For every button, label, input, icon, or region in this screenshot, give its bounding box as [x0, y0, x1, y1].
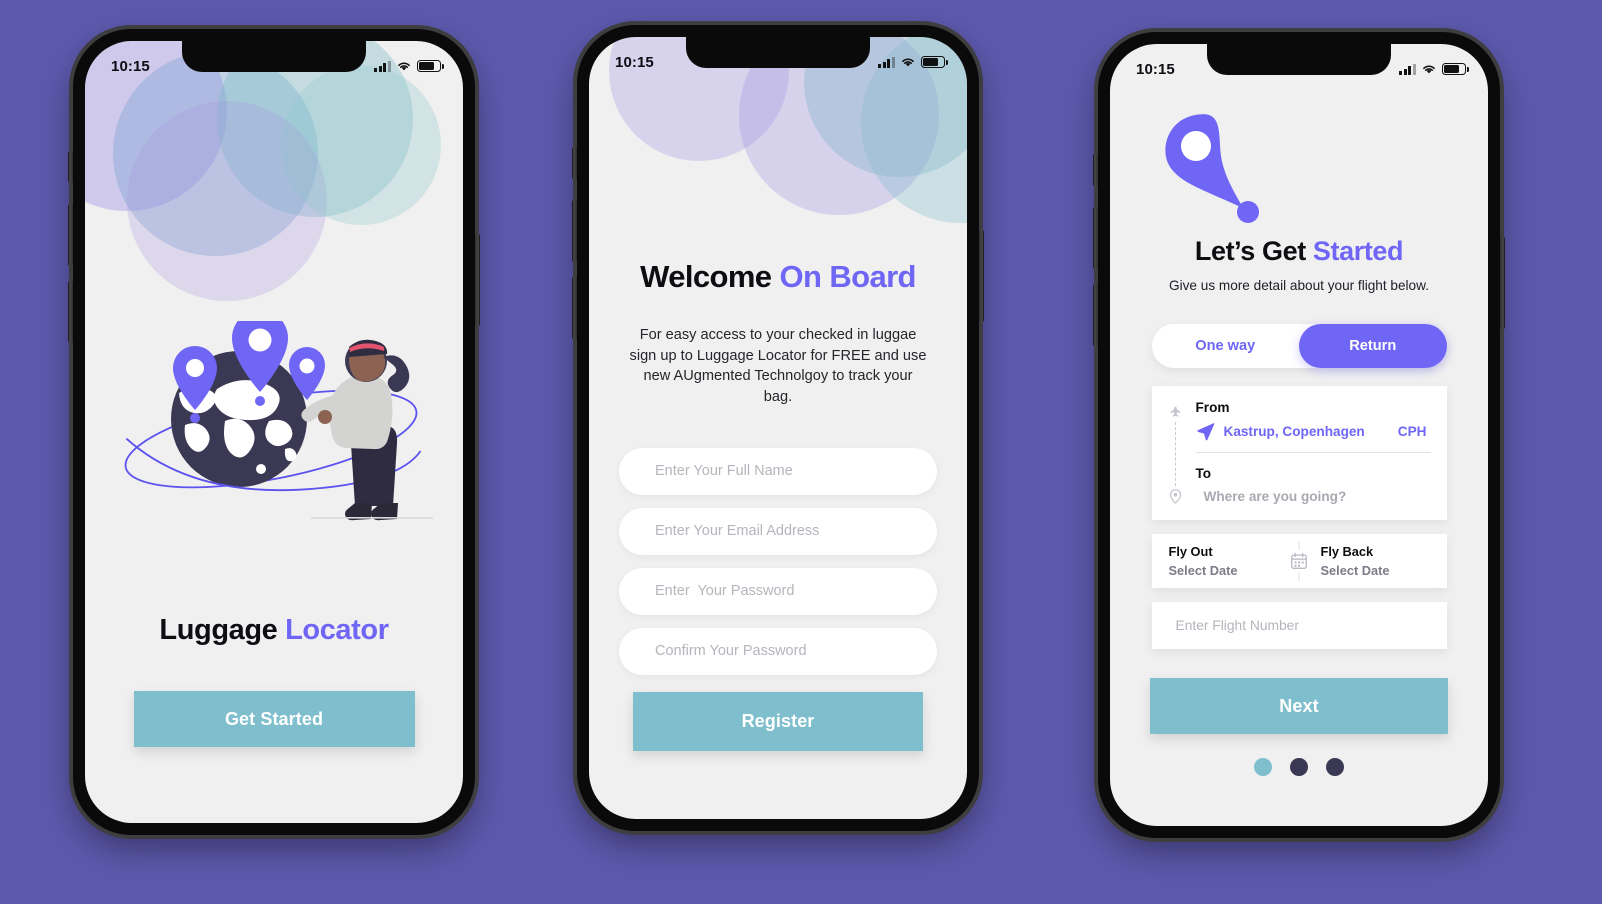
confirm-password-input[interactable] — [619, 627, 937, 675]
route-card: From Kastrup, Copenhagen CPH To Where ar… — [1151, 386, 1447, 520]
from-field[interactable]: Kastrup, Copenhagen CPH — [1196, 422, 1431, 441]
signal-bars-icon — [1399, 63, 1416, 75]
to-label: To — [1195, 466, 1212, 481]
dates-card: Fly Out Select Date Fly Back Select Date — [1151, 534, 1447, 588]
register-description: For easy access to your checked in lugga… — [629, 327, 927, 406]
power-button[interactable] — [979, 230, 984, 322]
splash-screen: 10:15 Luggage Locator Get Started — [85, 41, 463, 823]
fly-back-field[interactable]: Fly Back Select Date — [1295, 534, 1447, 588]
battery-icon — [1442, 63, 1469, 75]
route-rail — [1168, 400, 1184, 504]
email-input[interactable] — [619, 507, 937, 555]
fd-title-primary: Let’s Get — [1194, 236, 1306, 266]
from-city: Kastrup, Copenhagen — [1223, 424, 1365, 439]
status-time: 10:15 — [615, 53, 654, 71]
fly-out-label: Fly Out — [1168, 544, 1213, 559]
pagination-dots — [1254, 758, 1344, 776]
fly-back-value: Select Date — [1320, 563, 1390, 578]
volume-up-button[interactable] — [68, 204, 73, 266]
status-time: 10:15 — [111, 57, 150, 75]
page-title: Let’s Get Started — [1194, 236, 1404, 267]
battery-icon — [417, 60, 444, 72]
volume-down-button[interactable] — [572, 277, 577, 339]
welcome-primary: Welcome — [640, 259, 772, 294]
full-name-input[interactable] — [619, 447, 937, 495]
pagination-dot-1[interactable] — [1254, 758, 1272, 776]
status-bar: 10:15 — [589, 37, 967, 81]
pagination-dot-2[interactable] — [1290, 758, 1308, 776]
status-bar: 10:15 — [85, 41, 463, 85]
battery-icon — [921, 56, 948, 68]
woman-with-globe-and-location-pins-illustration — [109, 310, 439, 536]
power-button[interactable] — [1500, 237, 1505, 329]
wifi-icon — [398, 62, 410, 71]
trip-type-toggle: One way Return — [1151, 324, 1447, 368]
volume-down-button[interactable] — [1093, 284, 1098, 346]
power-button[interactable] — [475, 234, 480, 326]
to-destination-input[interactable]: Where are you going? — [1196, 489, 1431, 504]
brand-primary: Luggage — [159, 614, 278, 646]
silent-switch[interactable] — [1093, 154, 1098, 186]
next-button[interactable]: Next — [1150, 678, 1448, 734]
calendar-icon[interactable] — [1287, 549, 1311, 573]
welcome-accent: On Board — [779, 259, 916, 294]
wifi-icon — [902, 58, 914, 67]
status-time: 10:15 — [1136, 60, 1175, 78]
register-screen: 10:15 Welcome On Board For easy access t… — [589, 37, 967, 819]
status-bar: 10:15 — [1110, 44, 1488, 88]
get-started-button[interactable]: Get Started — [133, 691, 415, 747]
silent-switch[interactable] — [68, 151, 73, 183]
register-form — [619, 447, 937, 675]
signal-bars-icon — [878, 56, 895, 68]
flight-details-screen: 10:15 Let’s Get Started Give us more det… — [1110, 44, 1488, 826]
signal-bars-icon — [374, 60, 391, 72]
brand-accent: Locator — [285, 614, 389, 646]
fly-out-value: Select Date — [1168, 563, 1238, 578]
screens-canvas: 10:15 Luggage Locator Get Started 10:15 … — [0, 0, 1602, 904]
phone-mockup-splash: 10:15 Luggage Locator Get Started — [68, 29, 480, 835]
from-label: From — [1195, 400, 1230, 415]
brand-title: Luggage Locator — [159, 614, 389, 647]
page-subtitle: Give us more detail about your flight be… — [1169, 278, 1429, 293]
trip-type-one-way[interactable]: One way — [1152, 324, 1300, 368]
fd-title-accent: Started — [1312, 236, 1404, 266]
phone-mockup-flight-details: 10:15 Let’s Get Started Give us more det… — [1093, 32, 1505, 838]
password-input[interactable] — [619, 567, 937, 615]
wifi-icon — [1423, 65, 1435, 74]
phone-mockup-register: 10:15 Welcome On Board For easy access t… — [572, 25, 984, 831]
volume-down-button[interactable] — [68, 281, 73, 343]
fly-back-label: Fly Back — [1320, 544, 1374, 559]
flight-number-input[interactable] — [1151, 602, 1447, 649]
map-pin-small-icon — [1169, 489, 1182, 504]
fly-out-field[interactable]: Fly Out Select Date — [1152, 534, 1295, 588]
volume-up-button[interactable] — [1093, 207, 1098, 269]
volume-up-button[interactable] — [572, 200, 577, 262]
trip-type-return[interactable]: Return — [1299, 324, 1447, 368]
from-airport-code: CPH — [1397, 424, 1427, 439]
plane-send-icon — [1196, 423, 1214, 441]
register-button[interactable]: Register — [633, 692, 923, 751]
page-title: Welcome On Board — [640, 259, 916, 295]
silent-switch[interactable] — [572, 147, 577, 179]
route-divider — [1195, 452, 1431, 453]
location-pin-icon — [1164, 110, 1284, 228]
plane-small-icon — [1170, 406, 1181, 417]
pagination-dot-3[interactable] — [1326, 758, 1344, 776]
